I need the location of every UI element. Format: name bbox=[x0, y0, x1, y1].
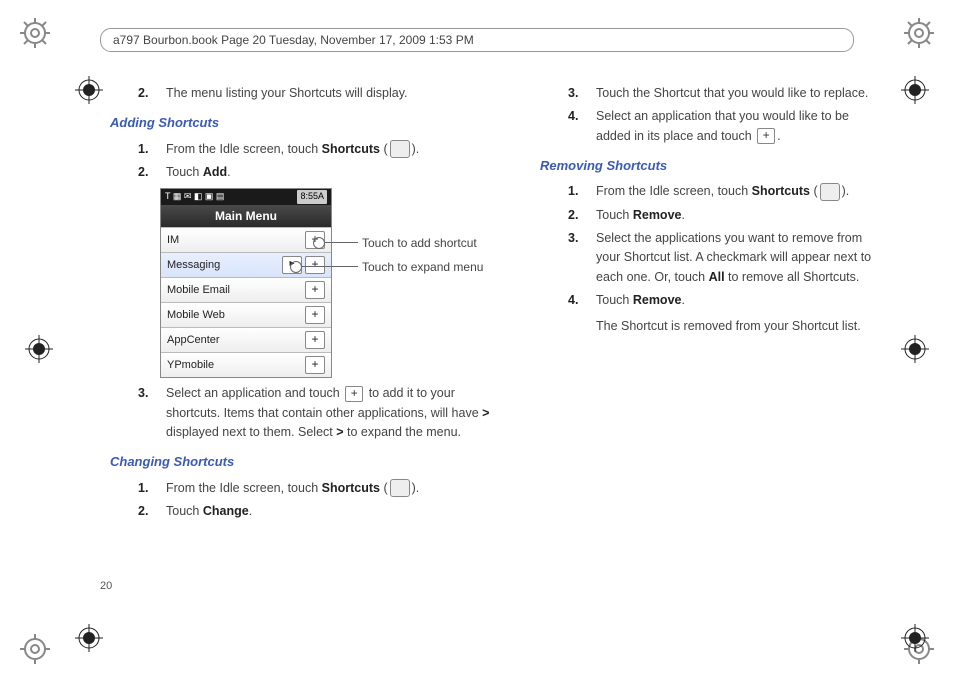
step-text: From the Idle screen, touch Shortcuts ()… bbox=[166, 140, 500, 159]
step-number: 2. bbox=[138, 84, 166, 103]
crop-mark-icon bbox=[25, 335, 53, 363]
step-text: Select an application that you would lik… bbox=[596, 107, 884, 146]
status-icons: T ▦ ✉ ◧ ▣ ▤ bbox=[165, 190, 224, 204]
callout-expand-menu: Touch to expand menu bbox=[362, 258, 483, 277]
step-number: 3. bbox=[568, 229, 596, 287]
phone-title: Main Menu bbox=[161, 205, 331, 227]
shortcuts-icon bbox=[390, 140, 410, 158]
step-number: 4. bbox=[568, 291, 596, 336]
plus-icon: + bbox=[345, 386, 363, 402]
page-number: 20 bbox=[100, 580, 112, 592]
add-button-icon: + bbox=[305, 356, 325, 374]
step-text: From the Idle screen, touch Shortcuts ()… bbox=[596, 182, 884, 201]
page-body: 2. The menu listing your Shortcuts will … bbox=[110, 80, 884, 612]
left-column: 2. The menu listing your Shortcuts will … bbox=[110, 80, 500, 612]
step-text: Select the applications you want to remo… bbox=[596, 229, 884, 287]
gear-icon bbox=[20, 634, 50, 664]
step-text: Touch Change. bbox=[166, 502, 500, 521]
crop-mark-icon bbox=[901, 76, 929, 104]
step-number: 1. bbox=[568, 182, 596, 201]
crop-mark-icon bbox=[901, 335, 929, 363]
crop-mark-icon bbox=[75, 76, 103, 104]
crop-mark-icon bbox=[901, 624, 929, 652]
step-text: Select an application and touch + to add… bbox=[166, 384, 500, 442]
shortcuts-icon bbox=[820, 183, 840, 201]
step-result: The Shortcut is removed from your Shortc… bbox=[596, 317, 884, 336]
step-number: 1. bbox=[138, 140, 166, 159]
phone-menu-row: Mobile Email+ bbox=[161, 277, 331, 302]
gear-icon bbox=[20, 18, 50, 48]
step-number: 4. bbox=[568, 107, 596, 146]
status-time: 8:55A bbox=[297, 190, 327, 204]
shortcuts-icon bbox=[390, 479, 410, 497]
add-button-icon: + bbox=[305, 331, 325, 349]
step-text: Touch Remove. bbox=[596, 206, 884, 225]
heading-adding-shortcuts: Adding Shortcuts bbox=[110, 113, 500, 133]
step-number: 2. bbox=[138, 163, 166, 182]
phone-menu-row: AppCenter+ bbox=[161, 327, 331, 352]
phone-menu-row: YPmobile+ bbox=[161, 352, 331, 377]
step-number: 3. bbox=[138, 384, 166, 442]
doc-header: a797 Bourbon.book Page 20 Tuesday, Novem… bbox=[100, 28, 854, 52]
step-number: 2. bbox=[138, 502, 166, 521]
phone-menu-row: Mobile Web+ bbox=[161, 302, 331, 327]
add-button-icon: + bbox=[305, 281, 325, 299]
add-button-icon: + bbox=[305, 256, 325, 274]
doc-header-text: a797 Bourbon.book Page 20 Tuesday, Novem… bbox=[113, 33, 474, 47]
step-text: Touch Add. bbox=[166, 163, 500, 182]
gear-icon bbox=[904, 18, 934, 48]
plus-icon: + bbox=[757, 128, 775, 144]
heading-changing-shortcuts: Changing Shortcuts bbox=[110, 452, 500, 472]
phone-menu-row: Messaging▸+ bbox=[161, 252, 331, 277]
callout-line-icon bbox=[324, 242, 358, 243]
step-text: The menu listing your Shortcuts will dis… bbox=[166, 84, 500, 103]
phone-menu-row: IM+ bbox=[161, 227, 331, 252]
callout-add-shortcut: Touch to add shortcut bbox=[362, 234, 477, 253]
step-number: 2. bbox=[568, 206, 596, 225]
right-column: 3. Touch the Shortcut that you would lik… bbox=[540, 80, 884, 612]
step-number: 1. bbox=[138, 479, 166, 498]
step-text: From the Idle screen, touch Shortcuts ()… bbox=[166, 479, 500, 498]
phone-screenshot: T ▦ ✉ ◧ ▣ ▤ 8:55A Main Menu IM+ Messagin… bbox=[160, 188, 500, 378]
heading-removing-shortcuts: Removing Shortcuts bbox=[540, 156, 884, 176]
add-button-icon: + bbox=[305, 306, 325, 324]
phone-status-bar: T ▦ ✉ ◧ ▣ ▤ 8:55A bbox=[161, 189, 331, 205]
step-text: Touch Remove. The Shortcut is removed fr… bbox=[596, 291, 884, 336]
step-number: 3. bbox=[568, 84, 596, 103]
step-text: Touch the Shortcut that you would like t… bbox=[596, 84, 884, 103]
callout-line-icon bbox=[301, 266, 358, 267]
crop-mark-icon bbox=[75, 624, 103, 652]
